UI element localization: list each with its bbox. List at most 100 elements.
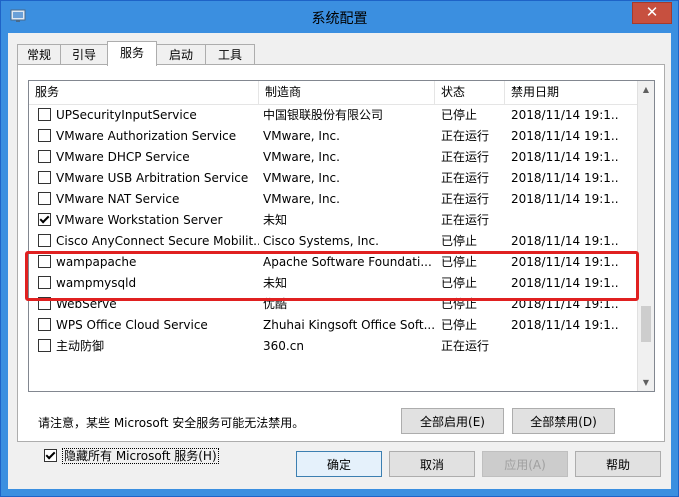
tab-services-label: 服务 <box>119 46 144 60</box>
service-checkbox[interactable] <box>38 150 51 163</box>
service-checkbox[interactable] <box>38 108 51 121</box>
service-name: 主动防御 <box>56 339 105 353</box>
title-bar[interactable]: 系统配置 ✕ <box>1 1 678 33</box>
scroll-down-arrow-icon[interactable]: ▼ <box>638 374 654 391</box>
microsoft-services-notice: 请注意，某些 Microsoft 安全服务可能无法禁用。 <box>38 416 305 430</box>
service-name-cell: VMware Authorization Service <box>33 126 259 147</box>
table-row[interactable]: 主动防御 360.cn 正在运行 <box>29 336 638 357</box>
window-title: 系统配置 <box>311 11 368 27</box>
table-row[interactable]: WPS Office Cloud Service Zhuhai Kingsoft … <box>29 315 638 336</box>
tab-startup[interactable]: 启动 <box>156 44 206 65</box>
status-cell: 正在运行 <box>441 171 490 185</box>
service-name: Cisco AnyConnect Secure Mobilit... <box>56 234 259 248</box>
column-header-service[interactable]: 服务 <box>29 81 259 104</box>
table-row[interactable]: UPSecurityInputService 中国银联股份有限公司 已停止 2018/… <box>29 105 638 126</box>
table-row[interactable]: Cisco AnyConnect Secure Mobilit... Cisco … <box>29 231 638 252</box>
service-name: VMware Workstation Server <box>56 213 223 227</box>
dialog-client-area: 常规 引导 服务 启动 工具 服务 制造商 状态 禁用日期 UPSecurity… <box>8 33 671 489</box>
service-checkbox[interactable] <box>38 213 51 226</box>
disabled-date-cell: 2018/11/14 19:1... <box>511 150 619 164</box>
services-panel: 服务 制造商 状态 禁用日期 UPSecurityInputService 中国银… <box>17 64 665 464</box>
service-checkbox[interactable] <box>38 276 51 289</box>
service-checkbox[interactable] <box>38 234 51 247</box>
service-name-cell: VMware DHCP Service <box>33 147 259 168</box>
table-row[interactable]: VMware NAT Service VMware, Inc. 正在运行 2018/1… <box>29 189 638 210</box>
table-row[interactable]: VMware Workstation Server 未知 正在运行 <box>29 210 638 231</box>
apply-button[interactable]: 应用(A) <box>482 451 568 477</box>
vendor-cell: 中国银联股份有限公司 <box>263 108 384 122</box>
column-header-vendor[interactable]: 制造商 <box>259 81 435 104</box>
service-checkbox[interactable] <box>38 192 51 205</box>
help-button[interactable]: 帮助 <box>575 451 661 477</box>
status-cell: 正在运行 <box>441 192 490 206</box>
service-checkbox[interactable] <box>38 171 51 184</box>
service-name: wampapache <box>56 255 137 269</box>
status-cell: 正在运行 <box>441 129 490 143</box>
vendor-cell: 未知 <box>263 276 288 290</box>
disable-all-button[interactable]: 全部禁用(D) <box>512 408 615 434</box>
enable-all-button[interactable]: 全部启用(E) <box>401 408 504 434</box>
vendor-cell: Cisco Systems, Inc. <box>263 234 379 248</box>
status-cell: 已停止 <box>441 234 478 248</box>
tab-startup-label: 启动 <box>168 48 193 62</box>
list-header: 服务 制造商 状态 禁用日期 <box>29 81 638 105</box>
hide-ms-services-checkbox[interactable] <box>44 449 57 462</box>
tab-boot[interactable]: 引导 <box>60 44 108 65</box>
status-cell: 已停止 <box>441 297 478 311</box>
vertical-scrollbar[interactable]: ▲ ▼ <box>637 81 654 391</box>
service-name: UPSecurityInputService <box>56 108 197 122</box>
disabled-date-cell: 2018/11/14 19:1... <box>511 129 619 143</box>
scroll-up-arrow-icon[interactable]: ▲ <box>638 81 654 98</box>
tab-general[interactable]: 常规 <box>17 44 61 65</box>
cancel-button[interactable]: 取消 <box>389 451 475 477</box>
column-header-disabled-date[interactable]: 禁用日期 <box>505 81 638 104</box>
status-cell: 已停止 <box>441 276 478 290</box>
close-icon: ✕ <box>645 3 659 21</box>
vendor-cell: 未知 <box>263 213 288 227</box>
ok-button[interactable]: 确定 <box>296 451 382 477</box>
tab-services[interactable]: 服务 <box>107 41 157 66</box>
vendor-cell: VMware, Inc. <box>263 192 340 206</box>
service-name-cell: wampmysqld <box>33 273 259 294</box>
table-row[interactable]: VMware USB Arbitration Service VMware, In… <box>29 168 638 189</box>
table-row[interactable]: VMware Authorization Service VMware, Inc.… <box>29 126 638 147</box>
vendor-cell: VMware, Inc. <box>263 150 340 164</box>
status-cell: 已停止 <box>441 255 478 269</box>
service-name-cell: WebServe <box>33 294 259 315</box>
service-checkbox[interactable] <box>38 339 51 352</box>
service-name-cell: 主动防御 <box>33 336 259 357</box>
tab-general-label: 常规 <box>26 48 51 62</box>
vendor-cell: Apache Software Foundati... <box>263 255 432 269</box>
status-cell: 正在运行 <box>441 339 490 353</box>
vendor-cell: VMware, Inc. <box>263 171 340 185</box>
service-name-cell: wampapache <box>33 252 259 273</box>
vendor-cell: 360.cn <box>263 339 304 353</box>
service-checkbox[interactable] <box>38 129 51 142</box>
tab-boot-label: 引导 <box>71 48 96 62</box>
column-header-status[interactable]: 状态 <box>435 81 505 104</box>
services-list[interactable]: 服务 制造商 状态 禁用日期 UPSecurityInputService 中国银… <box>28 80 655 392</box>
vendor-cell: 优酷 <box>263 297 288 311</box>
vendor-cell: Zhuhai Kingsoft Office Soft... <box>263 318 435 332</box>
msconfig-window: 系统配置 ✕ 常规 引导 服务 启动 工具 服务 制造商 状态 禁用日期 UPS… <box>0 0 679 497</box>
service-name: VMware DHCP Service <box>56 150 190 164</box>
table-row[interactable]: wampapache Apache Software Foundati... 已停止… <box>29 252 638 273</box>
service-name: VMware USB Arbitration Service <box>56 171 249 185</box>
hide-ms-services-option[interactable]: 隐藏所有 Microsoft 服务(H) <box>44 447 219 464</box>
service-checkbox[interactable] <box>38 255 51 268</box>
table-row[interactable]: VMware DHCP Service VMware, Inc. 正在运行 2018/… <box>29 147 638 168</box>
table-row[interactable]: WebServe 优酷 已停止 2018/11/14 19:1... <box>29 294 638 315</box>
service-checkbox[interactable] <box>38 297 51 310</box>
service-name: WPS Office Cloud Service <box>56 318 208 332</box>
service-name: WebServe <box>56 297 117 311</box>
close-button[interactable]: ✕ <box>632 2 672 24</box>
tab-tools[interactable]: 工具 <box>205 44 255 65</box>
scroll-thumb[interactable] <box>641 306 651 342</box>
disabled-date-cell: 2018/11/14 19:1... <box>511 255 619 269</box>
service-name-cell: VMware USB Arbitration Service <box>33 168 259 189</box>
disabled-date-cell: 2018/11/14 19:1... <box>511 234 619 248</box>
vendor-cell: VMware, Inc. <box>263 129 340 143</box>
tab-tools-label: 工具 <box>217 48 242 62</box>
table-row[interactable]: wampmysqld 未知 已停止 2018/11/14 19:1... <box>29 273 638 294</box>
service-checkbox[interactable] <box>38 318 51 331</box>
